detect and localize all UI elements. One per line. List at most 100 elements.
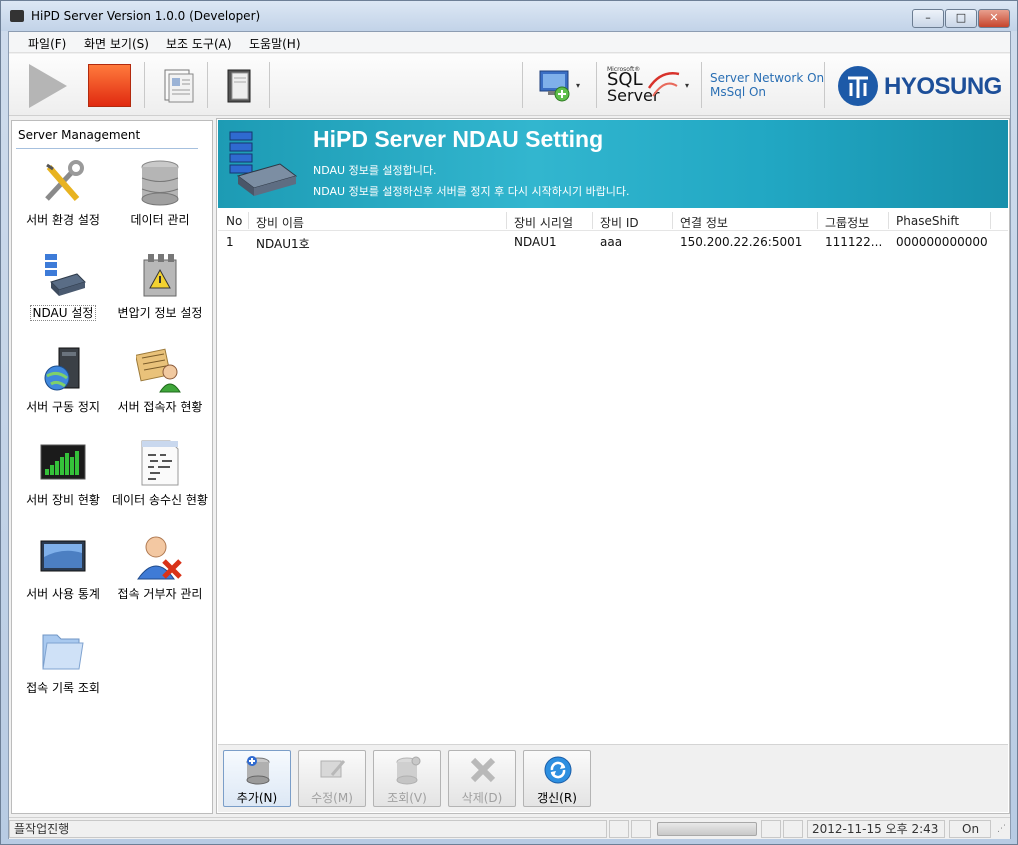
data-binary-icon [141,440,179,486]
resize-grip-icon[interactable]: ⋰ [997,824,1006,834]
folder-icon [42,634,84,670]
minimize-button[interactable]: – [912,9,944,28]
ndau-setting-panel: HiPD Server NDAU Setting NDAU 정보를 설정합니다.… [216,118,1010,814]
ndau-table[interactable]: No 장비 이름 장비 시리얼 장비 ID 연결 정보 그룹정보 PhaseSh… [218,210,1008,744]
column-header-no[interactable]: No [226,214,242,228]
panel-title: Server Management [18,128,141,142]
view-button[interactable]: 조회(V) [373,750,441,807]
sidebar-item-usage-statistics[interactable]: 서버 사용 통계 [15,533,111,613]
cell-device-id: aaa [600,235,623,249]
sidebar-item-server-start-stop[interactable]: 서버 구동 정지 [15,346,111,426]
network-dropdown-arrow[interactable]: ▾ [576,81,580,90]
delete-button[interactable]: 삭제(D) [448,750,516,807]
server-network-status: Server Network On [710,71,825,85]
user-connection-icon [136,348,181,393]
column-header-connection[interactable]: 연결 정보 [680,214,728,231]
sidebar-item-label: 서버 사용 통계 [26,587,100,601]
column-divider [888,212,889,229]
sidebar-item-connected-users[interactable]: 서버 접속자 현황 [112,346,208,426]
column-divider [506,212,507,229]
denied-user-icon [137,536,182,580]
sidebar-item-transformer-setting[interactable]: 변압기 정보 설정 [112,252,208,332]
edit-icon [320,760,346,778]
sidebar-item-ndau-setting[interactable]: NDAU 설정 [15,252,111,332]
column-divider [990,212,991,229]
progress-bar [657,822,757,836]
toolbar-separator [701,62,702,108]
sidebar-item-data-management[interactable]: 데이터 관리 [112,159,208,239]
table-row[interactable]: 1 NDAU1호 NDAU1 aaa 150.200.22.26:5001 11… [218,232,1008,252]
hyosung-logo-mark [838,66,878,106]
hyosung-logo: HYOSUNG [836,64,1006,108]
edit-button[interactable]: 수정(M) [298,750,366,807]
close-button[interactable]: ✕ [978,9,1010,28]
column-header-group[interactable]: 그룹정보 [825,214,869,231]
sidebar-item-label: 데이터 송수신 현황 [112,493,208,507]
database-icon [141,160,179,206]
page-banner: HiPD Server NDAU Setting NDAU 정보를 설정합니다.… [218,120,1008,208]
title-bar[interactable]: HiPD Server Version 1.0.0 (Developer) – … [1,1,1017,31]
add-database-icon [246,756,270,785]
sidebar-item-denied-users[interactable]: 접속 거부자 관리 [112,533,208,613]
delete-x-icon [470,757,496,783]
book-icon[interactable] [225,68,253,104]
column-header-device-serial[interactable]: 장비 시리얼 [514,214,573,231]
add-button[interactable]: 추가(N) [223,750,291,807]
play-icon[interactable] [29,64,67,108]
toolbar: ▾ Microsoft® SQL Server ▾ Server Network… [9,54,1010,116]
sidebar-item-label: 접속 거부자 관리 [117,587,203,601]
sidebar-item-server-config[interactable]: 서버 환경 설정 [15,159,111,239]
banner-description-2: NDAU 정보를 설정하신후 서버를 정지 후 다시 시작하시기 바랍니다. [313,185,630,198]
toolbar-separator [522,62,523,108]
status-cell [761,820,781,838]
column-header-device-id[interactable]: 장비 ID [600,214,639,231]
sidebar-item-label: 서버 장비 현황 [26,493,100,507]
menu-tools[interactable]: 보조 도구(A) [166,35,232,52]
main-window: HiPD Server Version 1.0.0 (Developer) – … [0,0,1018,845]
column-divider [817,212,818,229]
menu-bar: 파일(F) 화면 보기(S) 보조 도구(A) 도움말(H) [9,32,1010,53]
column-header-device-name[interactable]: 장비 이름 [256,214,304,231]
cell-device-serial: NDAU1 [514,235,557,249]
sidebar-item-data-transfer[interactable]: 데이터 송수신 현황 [112,439,208,519]
window-title: HiPD Server Version 1.0.0 (Developer) [31,9,261,23]
toolbar-separator [269,62,270,108]
sidebar-item-access-log[interactable]: 접속 기록 조회 [15,627,111,707]
menu-file[interactable]: 파일(F) [28,35,66,52]
status-message: 플작업진행 [9,820,607,838]
refresh-icon [544,756,572,784]
banner-description-1: NDAU 정보를 설정합니다. [313,164,437,177]
tools-wrench-icon [45,160,84,201]
server-globe-icon [44,347,80,391]
toolbar-separator [144,62,145,108]
menu-view[interactable]: 화면 보기(S) [84,35,149,52]
hyosung-emblem-icon [848,76,868,98]
server-management-panel: Server Management 서버 환경 설정 데이터 관리 NDAU 설… [11,120,213,814]
ndau-device-icon [45,254,86,296]
view-button-label: 조회(V) [387,791,427,805]
sidebar-item-label: 서버 접속자 현황 [117,400,203,414]
usage-screen-icon [40,540,86,572]
column-header-phaseshift[interactable]: PhaseShift [896,214,959,228]
sidebar-item-server-equipment[interactable]: 서버 장비 현황 [15,439,111,519]
toolbar-separator [824,62,825,108]
refresh-button[interactable]: 갱신(R) [523,750,591,807]
column-divider [672,212,673,229]
status-cell [631,820,651,838]
stop-icon[interactable] [88,64,131,107]
maximize-button[interactable]: □ [945,9,977,28]
toolbar-separator [207,62,208,108]
sidebar-item-label: 변압기 정보 설정 [117,306,203,320]
sql-dropdown-arrow[interactable]: ▾ [685,81,689,90]
delete-button-label: 삭제(D) [461,791,503,805]
menu-help[interactable]: 도움말(H) [249,35,301,52]
equipment-chart-icon [40,444,86,480]
sidebar-item-label: 접속 기록 조회 [26,681,100,695]
sql-server-icon[interactable]: Microsoft® SQL Server [607,66,691,106]
app-icon [10,10,24,22]
page-title: HiPD Server NDAU Setting [313,126,604,152]
action-bar: 추가(N) 수정(M) 조회(V) 삭제(D) 갱신(R) [218,744,1008,812]
add-button-label: 추가(N) [236,791,278,805]
cell-connection: 150.200.22.26:5001 [680,235,803,249]
report-document-icon[interactable] [161,68,195,104]
